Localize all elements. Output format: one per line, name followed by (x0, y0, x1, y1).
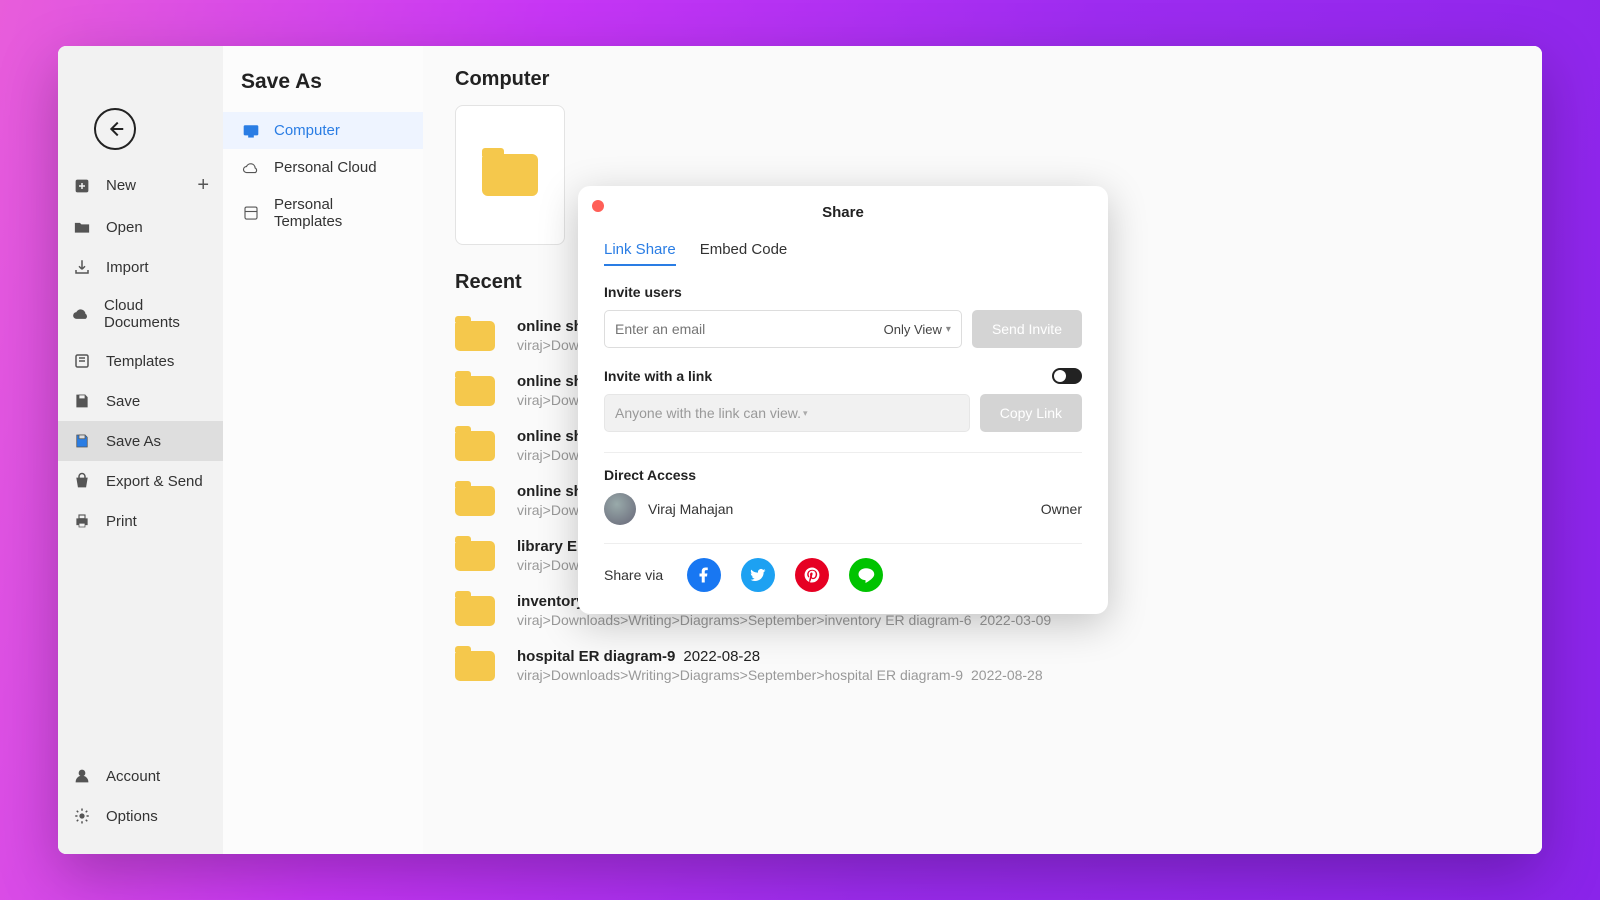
folder-icon (455, 486, 495, 516)
tab-embed-code[interactable]: Embed Code (700, 241, 788, 266)
file-path: viraj>Downloads>Writing>Diagrams>Septemb… (517, 612, 1051, 628)
modal-title: Share (604, 204, 1082, 221)
share-via-label: Share via (604, 567, 663, 583)
folder-icon (455, 321, 495, 351)
folder-icon (482, 154, 538, 196)
options-icon (72, 806, 92, 826)
sidebar-label: Options (106, 808, 158, 825)
folder-icon (455, 596, 495, 626)
email-input[interactable] (615, 321, 884, 337)
file-path: viraj>Downloads>Writing>Diagrams>Septemb… (517, 667, 1043, 683)
sidebar-label: Export & Send (106, 473, 203, 490)
copy-link-button[interactable]: Copy Link (980, 394, 1082, 432)
sidebar-label: New (106, 177, 136, 194)
save-icon (72, 391, 92, 411)
send-invite-button[interactable]: Send Invite (972, 310, 1082, 348)
export-icon (72, 471, 92, 491)
location-computer[interactable]: Computer (223, 112, 423, 149)
location-personal-templates[interactable]: Personal Templates (223, 186, 423, 240)
pinterest-icon[interactable] (795, 558, 829, 592)
file-name: hospital ER diagram-92022-08-28 (517, 648, 1043, 665)
close-icon[interactable] (592, 200, 604, 212)
share-via-row: Share via (604, 558, 1082, 592)
back-button[interactable] (94, 108, 136, 150)
sidebar-item-cloud[interactable]: Cloud Documents (58, 287, 223, 341)
direct-access-label: Direct Access (604, 467, 1082, 483)
divider (604, 452, 1082, 453)
invite-link-label: Invite with a link (604, 368, 712, 384)
tab-link-share[interactable]: Link Share (604, 241, 676, 266)
location-personal-cloud[interactable]: Personal Cloud (223, 149, 423, 186)
user-role: Owner (1041, 501, 1082, 517)
sidebar-label: Import (106, 259, 149, 276)
link-display[interactable]: Anyone with the link can view. (604, 394, 970, 432)
saveas-icon (72, 431, 92, 451)
browse-card[interactable] (455, 105, 565, 245)
sidebar-item-templates[interactable]: Templates (58, 341, 223, 381)
link-toggle[interactable] (1052, 368, 1082, 384)
sidebar-label: Templates (106, 353, 174, 370)
computer-heading: Computer (455, 68, 1510, 91)
sidebar-item-export[interactable]: Export & Send (58, 461, 223, 501)
location-label: Computer (274, 122, 340, 139)
sidebar-item-saveas[interactable]: Save As (58, 421, 223, 461)
templates-icon (72, 351, 92, 371)
sidebar-label: Open (106, 219, 143, 236)
folder-icon (455, 376, 495, 406)
divider (604, 543, 1082, 544)
sidebar-label: Account (106, 768, 160, 785)
sidebar-label: Print (106, 513, 137, 530)
location-column: Save As Computer Personal Cloud Personal… (223, 46, 423, 854)
location-label: Personal Templates (274, 196, 405, 230)
sidebar-item-account[interactable]: Account (58, 756, 223, 796)
sidebar-item-save[interactable]: Save (58, 381, 223, 421)
user-name: Viraj Mahajan (648, 501, 733, 517)
account-icon (72, 766, 92, 786)
left-sidebar: New + Open Import Cloud Documents Templat… (58, 46, 223, 854)
user-avatar-icon (604, 493, 636, 525)
saveas-title: Save As (223, 64, 423, 112)
sidebar-label: Cloud Documents (104, 297, 209, 331)
email-input-wrap: Only View (604, 310, 962, 348)
file-row[interactable]: hospital ER diagram-92022-08-28 viraj>Dow… (455, 638, 1510, 693)
templates-icon (241, 205, 261, 221)
share-modal: Share Link Share Embed Code Invite users… (578, 186, 1108, 614)
folder-icon (455, 541, 495, 571)
sidebar-item-options[interactable]: Options (58, 796, 223, 836)
plus-icon: + (197, 174, 209, 197)
folder-icon (455, 431, 495, 461)
invite-users-label: Invite users (604, 284, 1082, 300)
modal-tabs: Link Share Embed Code (604, 241, 1082, 266)
sidebar-item-import[interactable]: Import (58, 247, 223, 287)
computer-icon (241, 123, 261, 139)
twitter-icon[interactable] (741, 558, 775, 592)
print-icon (72, 511, 92, 531)
sidebar-label: Save (106, 393, 140, 410)
sidebar-item-new[interactable]: New + (58, 164, 223, 207)
import-icon (72, 257, 92, 277)
sidebar-item-open[interactable]: Open (58, 207, 223, 247)
folder-icon (72, 217, 92, 237)
app-window: Wondershare EdrawMax ▾ ▾ ▾ New+ Open Imp… (58, 46, 1542, 854)
cloud-icon (72, 304, 90, 324)
new-icon (72, 176, 92, 196)
sidebar-item-print[interactable]: Print (58, 501, 223, 541)
folder-icon (455, 651, 495, 681)
line-icon[interactable] (849, 558, 883, 592)
permission-select[interactable]: Only View (884, 322, 951, 337)
location-label: Personal Cloud (274, 159, 377, 176)
user-row: Viraj Mahajan Owner (604, 493, 1082, 525)
facebook-icon[interactable] (687, 558, 721, 592)
sidebar-label: Save As (106, 433, 161, 450)
cloud-icon (241, 160, 261, 176)
